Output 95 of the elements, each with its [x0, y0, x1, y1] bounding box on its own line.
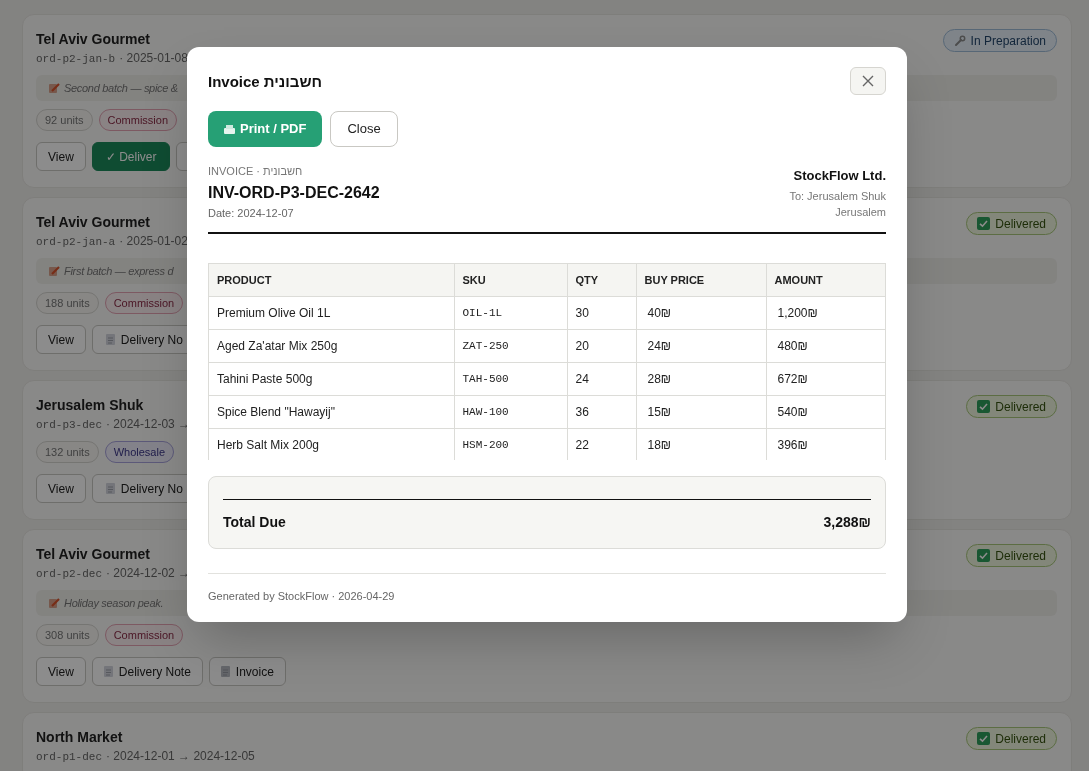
view-button[interactable]: View	[36, 142, 86, 171]
table-cell: Herb Salt Mix 200g	[209, 428, 454, 460]
order-id: ord-p2-jan-a	[36, 235, 116, 250]
table-cell: 396₪	[766, 428, 885, 460]
table-cell: HSM-200	[454, 428, 567, 460]
deliver-button[interactable]: ✓ Deliver	[91, 142, 171, 171]
tag: 188 units	[36, 292, 99, 314]
recipient-city: Jerusalem	[835, 205, 886, 220]
checkbox-icon	[977, 400, 991, 413]
footer-note: Generated by StockFlow · 2026-04-29	[208, 588, 396, 604]
document-label: INVOICE · חשבונית	[208, 164, 304, 178]
status-badge: In Preparation	[942, 29, 1057, 52]
table-cell: 22	[567, 428, 636, 460]
print-button[interactable]: Print / PDF	[208, 111, 323, 147]
order-dates: · 2024-12-01 → 2024-12-05	[106, 748, 255, 764]
table-cell: 24₪	[636, 329, 766, 363]
invoice-button[interactable]: Invoice	[208, 657, 286, 686]
table-cell: 672₪	[766, 362, 885, 396]
checkbox-icon	[977, 549, 991, 562]
invoice-number: INV-ORD-P3-DEC-2642	[208, 183, 380, 203]
wrench-icon	[953, 34, 966, 47]
table-cell: OIL-1L	[454, 296, 567, 330]
checkbox-icon	[977, 217, 991, 230]
note-text: First batch — express d	[64, 263, 174, 279]
order-id: ord-p3-dec	[36, 418, 102, 433]
table-cell: 40₪	[636, 296, 766, 330]
view-button[interactable]: View	[36, 325, 86, 354]
order-id: ord-p2-jan-b	[36, 52, 116, 67]
company-name: StockFlow Ltd.	[793, 167, 886, 185]
tag: Commission	[104, 624, 184, 646]
customer-name: Tel Aviv Gourmet	[36, 213, 150, 231]
table-cell: 20	[567, 329, 636, 363]
tag: Commission	[104, 292, 184, 314]
view-button[interactable]: View	[36, 474, 86, 503]
document-icon	[105, 334, 115, 345]
customer-name: Tel Aviv Gourmet	[36, 30, 150, 48]
note-text: Second batch — spice &	[64, 80, 178, 96]
tag: 308 units	[36, 624, 99, 646]
order-dates: · 2024-12-03 →	[106, 416, 191, 432]
table-cell: Premium Olive Oil 1L	[209, 296, 454, 330]
recipient: To: Jerusalem Shuk	[789, 188, 886, 204]
status-badge: Delivered	[966, 544, 1057, 567]
customer-name: Jerusalem Shuk	[36, 396, 144, 414]
memo-icon	[48, 82, 60, 94]
close-text-button[interactable]: Close	[330, 111, 398, 147]
table-cell: 28₪	[636, 362, 766, 396]
document-icon	[105, 483, 115, 494]
table-cell: 18₪	[636, 428, 766, 460]
view-button[interactable]: View	[36, 657, 86, 686]
table-cell: Tahini Paste 500g	[209, 362, 454, 396]
order-id: ord-p1-dec	[36, 750, 102, 765]
document-icon	[103, 666, 113, 677]
column-header: SKU	[454, 263, 567, 297]
memo-icon	[48, 597, 60, 609]
status-badge: Delivered	[966, 212, 1057, 235]
table-cell: ZAT-250	[454, 329, 567, 363]
table-cell: HAW-100	[454, 395, 567, 429]
order-id: ord-p2-dec	[36, 567, 102, 582]
checkbox-icon	[977, 732, 991, 745]
table-cell: 480₪	[766, 329, 885, 363]
table-cell: TAH-500	[454, 362, 567, 396]
total-amount: 3,288₪	[823, 512, 871, 532]
column-header: QTY	[567, 263, 636, 297]
note-text: Holiday season peak.	[64, 595, 164, 611]
printer-icon	[224, 124, 235, 134]
customer-name: North Market	[36, 728, 123, 746]
tag: 132 units	[36, 441, 99, 463]
column-header: BUY PRICE	[636, 263, 766, 297]
table-cell: Aged Za'atar Mix 250g	[209, 329, 454, 363]
document-icon	[220, 666, 230, 677]
invoice-date: Date: 2024-12-07	[208, 206, 295, 221]
table-cell: 540₪	[766, 395, 885, 429]
status-badge: Delivered	[966, 727, 1057, 750]
table-cell: 36	[567, 395, 636, 429]
customer-name: Tel Aviv Gourmet	[36, 545, 150, 563]
tag: Wholesale	[104, 441, 174, 463]
tag: 92 units	[36, 109, 93, 131]
table-cell: 15₪	[636, 395, 766, 429]
close-icon	[862, 75, 874, 87]
table-cell: Spice Blend "Hawayij"	[209, 395, 454, 429]
close-button[interactable]	[850, 67, 886, 95]
delivery-note-button[interactable]: Delivery Note	[91, 657, 203, 686]
tag: Commission	[98, 109, 178, 131]
total-label: Total Due	[223, 512, 286, 532]
column-header: PRODUCT	[209, 263, 454, 297]
table-cell: 30	[567, 296, 636, 330]
order-dates: · 2025-01-08	[119, 50, 188, 66]
dialog-title: Invoice חשבונית	[208, 71, 323, 92]
memo-icon	[48, 265, 60, 277]
table-cell: 1,200₪	[766, 296, 885, 330]
order-dates: · 2025-01-02	[119, 233, 188, 249]
order-dates: · 2024-12-02 →	[106, 565, 191, 581]
table-cell: 24	[567, 362, 636, 396]
status-badge: Delivered	[966, 395, 1057, 418]
column-header: AMOUNT	[766, 263, 885, 297]
